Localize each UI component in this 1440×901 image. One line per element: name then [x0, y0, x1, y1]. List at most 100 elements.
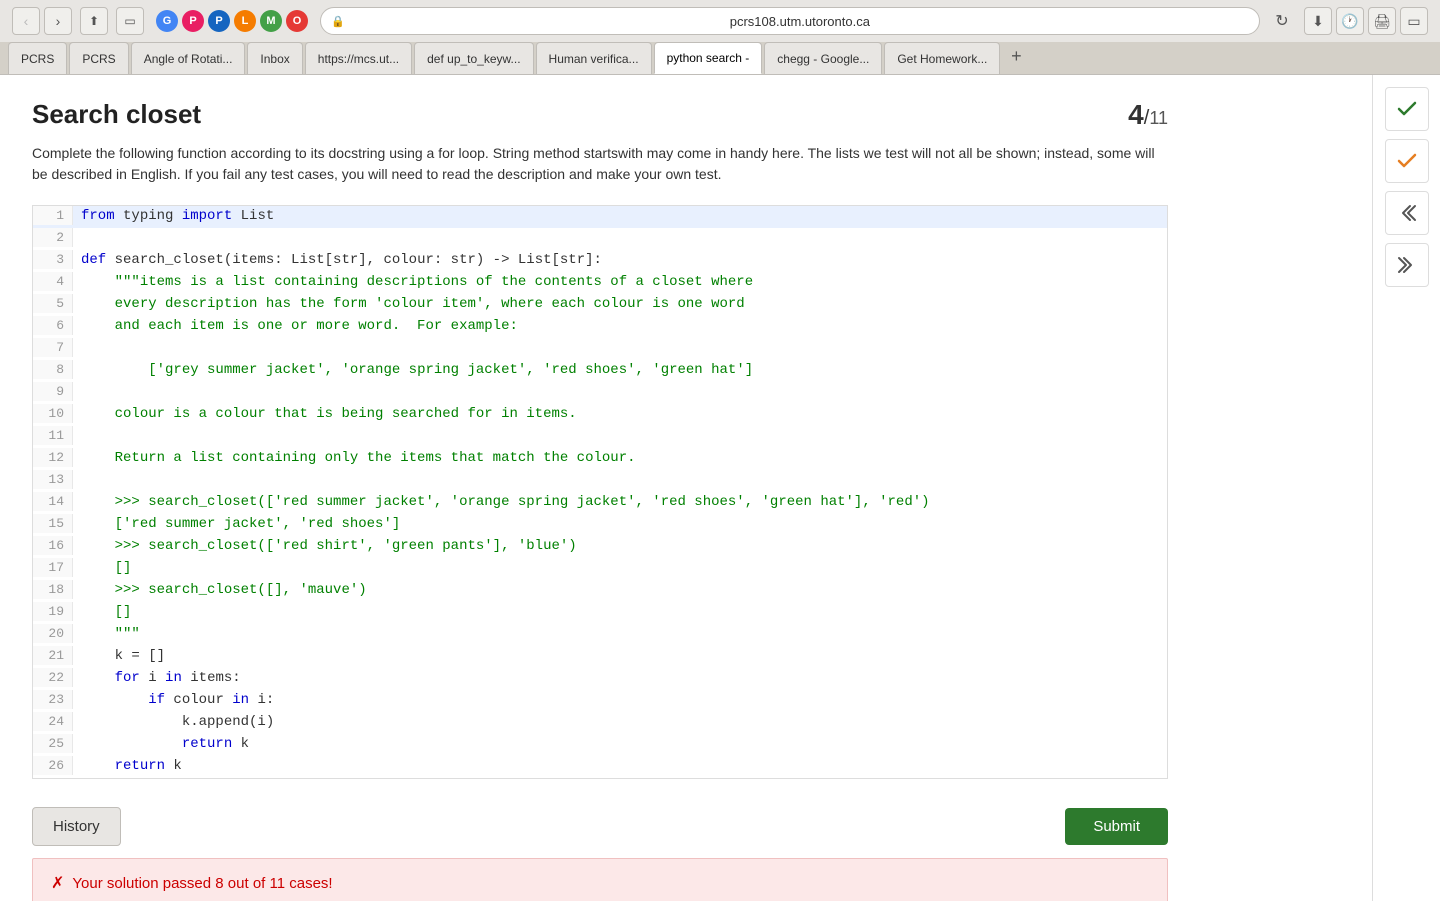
line-content-26: return k [73, 756, 1167, 776]
page-header: Search closet 4/11 [32, 99, 1168, 131]
bottom-bar: History Submit [32, 795, 1168, 858]
line-content-21: k = [] [73, 646, 1167, 666]
line-content-13 [73, 470, 1167, 490]
line-number-5: 5 [33, 294, 73, 313]
tab-label-human: Human verifica... [549, 52, 639, 66]
profile-icon-m[interactable]: M [260, 10, 282, 32]
tab-def[interactable]: def up_to_keyw... [414, 42, 533, 74]
code-line-3: 3 def search_closet(items: List[str], co… [33, 250, 1167, 272]
tab-pcrs2[interactable]: PCRS [69, 42, 128, 74]
line-content-20: """ [73, 624, 1167, 644]
share-button[interactable]: ⬆ [80, 7, 108, 35]
code-line-13: 13 [33, 470, 1167, 492]
tab-chegg[interactable]: chegg - Google... [764, 42, 882, 74]
right-sidebar [1372, 75, 1440, 901]
line-content-4: """items is a list containing descriptio… [73, 272, 1167, 292]
code-editor[interactable]: 1 from typing import List 2 3 def search… [32, 205, 1168, 779]
page-counter: 4/11 [1128, 99, 1168, 131]
download-button[interactable]: ⬇ [1304, 7, 1332, 35]
result-message: Your solution passed 8 out of 11 cases! [72, 875, 332, 892]
window-button[interactable]: ▭ [116, 7, 144, 35]
line-number-14: 14 [33, 492, 73, 511]
line-number-12: 12 [33, 448, 73, 467]
line-content-5: every description has the form 'colour i… [73, 294, 1167, 314]
line-number-21: 21 [33, 646, 73, 665]
code-line-26: 26 return k [33, 756, 1167, 778]
nav-buttons: ‹ › [12, 7, 72, 35]
profile-icon-l[interactable]: L [234, 10, 256, 32]
print-button[interactable]: 🖨 [1368, 7, 1396, 35]
line-content-14: >>> search_closet(['red summer jacket', … [73, 492, 1167, 512]
line-number-6: 6 [33, 316, 73, 335]
line-number-23: 23 [33, 690, 73, 709]
code-line-11: 11 [33, 426, 1167, 448]
code-line-22: 22 for i in items: [33, 668, 1167, 690]
sidebar-check-orange[interactable] [1385, 139, 1429, 183]
code-line-23: 23 if colour in i: [33, 690, 1167, 712]
tab-mcs[interactable]: https://mcs.ut... [305, 42, 412, 74]
right-controls: ⬇ 🕐 🖨 ▭ [1304, 7, 1428, 35]
code-line-17: 17 [] [33, 558, 1167, 580]
refresh-button[interactable]: ↻ [1268, 7, 1296, 35]
back-button[interactable]: ‹ [12, 7, 40, 35]
code-line-1: 1 from typing import List [33, 206, 1167, 228]
code-line-21: 21 k = [] [33, 646, 1167, 668]
line-content-17: [] [73, 558, 1167, 578]
tab-python[interactable]: python search - [654, 42, 763, 74]
code-line-16: 16 >>> search_closet(['red shirt', 'gree… [33, 536, 1167, 558]
line-content-2 [73, 228, 1167, 248]
line-number-3: 3 [33, 250, 73, 269]
tab-pcrs1[interactable]: PCRS [8, 42, 67, 74]
line-content-8: ['grey summer jacket', 'orange spring ja… [73, 360, 1167, 380]
result-box: ✗ Your solution passed 8 out of 11 cases… [32, 858, 1168, 901]
new-tab-button[interactable]: + [1002, 42, 1030, 70]
tab-label-homework: Get Homework... [897, 52, 987, 66]
line-content-15: ['red summer jacket', 'red shoes'] [73, 514, 1167, 534]
sidebar-check-green[interactable] [1385, 87, 1429, 131]
line-number-26: 26 [33, 756, 73, 775]
sidebar-arrow-left[interactable] [1385, 191, 1429, 235]
line-content-23: if colour in i: [73, 690, 1167, 710]
code-line-9: 9 [33, 382, 1167, 404]
line-content-11 [73, 426, 1167, 446]
line-number-8: 8 [33, 360, 73, 379]
submit-button[interactable]: Submit [1065, 808, 1168, 845]
page-title: Search closet [32, 99, 201, 130]
page-inner: Search closet 4/11 Complete the followin… [0, 75, 1200, 901]
line-content-24: k.append(i) [73, 712, 1167, 732]
address-bar[interactable]: 🔒 pcrs108.utm.utoronto.ca [320, 7, 1260, 35]
history-button[interactable]: History [32, 807, 121, 846]
history-clock-button[interactable]: 🕐 [1336, 7, 1364, 35]
line-content-1: from typing import List [73, 206, 1167, 226]
line-number-18: 18 [33, 580, 73, 599]
code-line-14: 14 >>> search_closet(['red summer jacket… [33, 492, 1167, 514]
profile-icon-o[interactable]: O [286, 10, 308, 32]
line-number-10: 10 [33, 404, 73, 423]
lock-icon: 🔒 [331, 15, 345, 28]
sidebar-arrow-right[interactable] [1385, 243, 1429, 287]
line-content-22: for i in items: [73, 668, 1167, 688]
code-line-25: 25 return k [33, 734, 1167, 756]
address-bar-container: 🔒 pcrs108.utm.utoronto.ca [320, 7, 1260, 35]
tab-label-inbox: Inbox [260, 52, 289, 66]
result-text: ✗ Your solution passed 8 out of 11 cases… [51, 873, 1149, 893]
tab-inbox[interactable]: Inbox [247, 42, 302, 74]
tab-label-chegg: chegg - Google... [777, 52, 869, 66]
tab-label-mcs: https://mcs.ut... [318, 52, 399, 66]
tab-angle[interactable]: Angle of Rotati... [131, 42, 246, 74]
forward-button[interactable]: › [44, 7, 72, 35]
code-line-6: 6 and each item is one or more word. For… [33, 316, 1167, 338]
line-number-19: 19 [33, 602, 73, 621]
tab-homework[interactable]: Get Homework... [884, 42, 1000, 74]
split-button[interactable]: ▭ [1400, 7, 1428, 35]
profile-icon-p1[interactable]: P [182, 10, 204, 32]
line-number-2: 2 [33, 228, 73, 247]
code-line-19: 19 [] [33, 602, 1167, 624]
profile-icon-p2[interactable]: P [208, 10, 230, 32]
profile-icon-g[interactable]: G [156, 10, 178, 32]
page-area: Search closet 4/11 Complete the followin… [0, 75, 1372, 901]
tab-human[interactable]: Human verifica... [536, 42, 652, 74]
line-content-7 [73, 338, 1167, 358]
line-number-24: 24 [33, 712, 73, 731]
code-line-24: 24 k.append(i) [33, 712, 1167, 734]
